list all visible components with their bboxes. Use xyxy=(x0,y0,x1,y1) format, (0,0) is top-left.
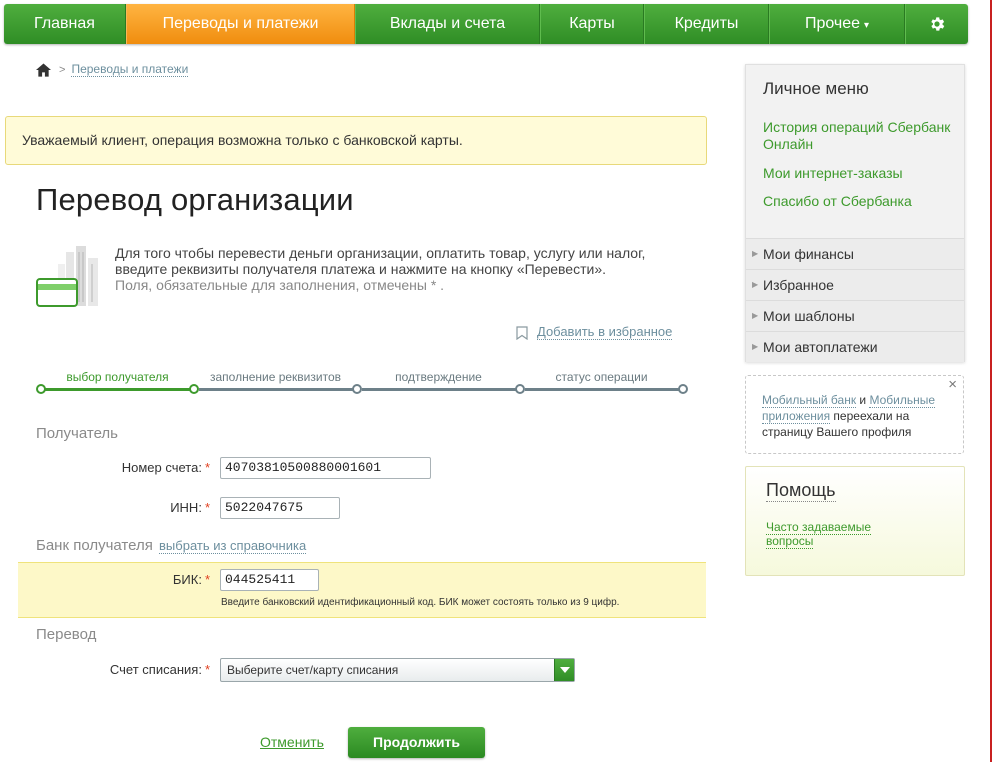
breadcrumb-transfers-link[interactable]: Переводы и платежи xyxy=(71,63,189,77)
organization-building-icon xyxy=(36,246,98,307)
help-title[interactable]: Помощь xyxy=(766,480,836,502)
transfer-section-title: Перевод xyxy=(36,626,97,643)
gear-icon xyxy=(931,17,945,31)
step-line-3 xyxy=(362,388,520,391)
arrow-right-icon: ▶ xyxy=(752,342,759,351)
sidebar-item-autopayments[interactable]: ▶ Мои автоплатежи xyxy=(746,331,964,362)
nav-transfers[interactable]: Переводы и платежи xyxy=(126,4,355,44)
inn-input[interactable]: 5022047675 xyxy=(220,497,340,519)
sidebar-item-templates[interactable]: ▶ Мои шаблоны xyxy=(746,300,964,331)
faq-link-text: Часто задаваемые вопросы xyxy=(766,520,872,549)
cancel-link[interactable]: Отменить xyxy=(260,734,324,750)
sidebar-item-label: Избранное xyxy=(763,277,834,293)
progress-steps: выбор получателя заполнение реквизитов п… xyxy=(36,368,688,398)
nav-deposits[interactable]: Вклады и счета xyxy=(355,4,540,44)
step-dot-1 xyxy=(36,384,46,394)
bank-section-title: Банк получателя выбрать из справочника xyxy=(36,537,307,554)
step-line-1 xyxy=(41,388,194,391)
operations-history-link[interactable]: История операций Сбербанк Онлайн xyxy=(763,119,958,153)
continue-button[interactable]: Продолжить xyxy=(348,727,485,758)
step-line-2 xyxy=(199,388,357,391)
mobile-bank-link[interactable]: Мобильный банк xyxy=(762,393,857,408)
intro-text: Для того чтобы перевести деньги организа… xyxy=(115,245,675,293)
arrow-right-icon: ▶ xyxy=(752,249,759,258)
close-icon[interactable]: × xyxy=(948,377,957,393)
nav-settings[interactable] xyxy=(905,4,968,44)
required-mark: * xyxy=(204,460,210,475)
required-mark: * xyxy=(204,572,210,587)
bik-label-text: БИК: xyxy=(172,572,202,587)
debit-account-placeholder: Выберите счет/карту списания xyxy=(227,663,399,677)
nav-credits[interactable]: Кредиты xyxy=(644,4,769,44)
dropdown-arrow-icon[interactable] xyxy=(554,659,574,681)
debit-account-label: Счет списания: * xyxy=(60,662,210,677)
account-label-text: Номер счета: xyxy=(121,460,202,475)
nav-other[interactable]: Прочее ▾ xyxy=(769,4,905,44)
card-only-warning: Уважаемый клиент, операция возможна толь… xyxy=(5,116,707,165)
bik-highlight-row xyxy=(18,562,706,618)
step-dot-4 xyxy=(515,384,525,394)
pick-from-directory-link[interactable]: выбрать из справочника xyxy=(159,538,307,554)
help-panel: Помощь Часто задаваемые вопросы xyxy=(745,466,965,576)
arrow-right-icon: ▶ xyxy=(752,280,759,289)
notice-and: и xyxy=(856,393,870,407)
personal-menu-title: Личное меню xyxy=(763,79,869,98)
sidebar-item-finances[interactable]: ▶ Мои финансы xyxy=(746,238,964,269)
sidebar-item-label: Мои автоплатежи xyxy=(763,339,878,355)
page-title: Перевод организации xyxy=(36,182,354,217)
bank-section-label: Банк получателя xyxy=(36,537,153,554)
step-label-4: статус операции xyxy=(555,370,648,384)
account-label: Номер счета: * xyxy=(60,460,210,475)
main-navigation: Главная Переводы и платежи Вклады и счет… xyxy=(4,4,968,44)
required-note: Поля, обязательные для заполнения, отмеч… xyxy=(115,277,445,293)
required-mark: * xyxy=(204,662,210,677)
mobile-bank-notice: × Мобильный банк и Мобильные приложения … xyxy=(745,375,964,454)
account-number-input[interactable]: 40703810500880001601 xyxy=(220,457,431,479)
internet-orders-link[interactable]: Мои интернет-заказы xyxy=(763,165,958,182)
inn-label: ИНН: * xyxy=(60,500,210,515)
inn-label-text: ИНН: xyxy=(170,500,202,515)
add-to-favorites[interactable]: Добавить в избранное xyxy=(516,325,673,340)
debit-account-select[interactable]: Выберите счет/карту списания xyxy=(220,658,575,682)
nav-other-label: Прочее xyxy=(804,15,861,32)
faq-link[interactable]: Часто задаваемые вопросы xyxy=(766,520,896,549)
sidebar-item-label: Мои финансы xyxy=(763,246,854,262)
step-label-2: заполнение реквизитов xyxy=(209,370,341,384)
spasibo-link[interactable]: Спасибо от Сбербанка xyxy=(763,193,958,210)
recipient-section-title: Получатель xyxy=(36,425,118,442)
arrow-right-icon: ▶ xyxy=(752,311,759,320)
breadcrumb: > Переводы и платежи xyxy=(36,62,189,78)
step-label-1: выбор получателя xyxy=(66,370,169,384)
nav-cards[interactable]: Карты xyxy=(540,4,644,44)
sidebar-item-favorites[interactable]: ▶ Избранное xyxy=(746,269,964,300)
step-label-3: подтверждение xyxy=(395,370,482,384)
home-icon[interactable] xyxy=(36,63,51,77)
chevron-down-icon: ▾ xyxy=(864,20,870,31)
step-dot-5 xyxy=(678,384,688,394)
nav-main[interactable]: Главная xyxy=(4,4,126,44)
bik-input[interactable]: 044525411 xyxy=(220,569,319,591)
bik-label: БИК: * xyxy=(60,572,210,587)
bookmark-icon xyxy=(516,325,528,340)
personal-menu: Личное меню История операций Сбербанк Он… xyxy=(745,64,965,362)
step-dot-3 xyxy=(352,384,362,394)
step-line-4 xyxy=(525,388,683,391)
step-dot-2 xyxy=(189,384,199,394)
chevron-right-icon: > xyxy=(59,64,66,76)
add-to-favorites-link[interactable]: Добавить в избранное xyxy=(537,325,673,340)
sidebar-item-label: Мои шаблоны xyxy=(763,308,855,324)
required-mark: * xyxy=(204,500,210,515)
bik-hint: Введите банковский идентификационный код… xyxy=(221,597,620,608)
intro-description: Для того чтобы перевести деньги организа… xyxy=(115,245,646,277)
debit-account-label-text: Счет списания: xyxy=(109,662,202,677)
